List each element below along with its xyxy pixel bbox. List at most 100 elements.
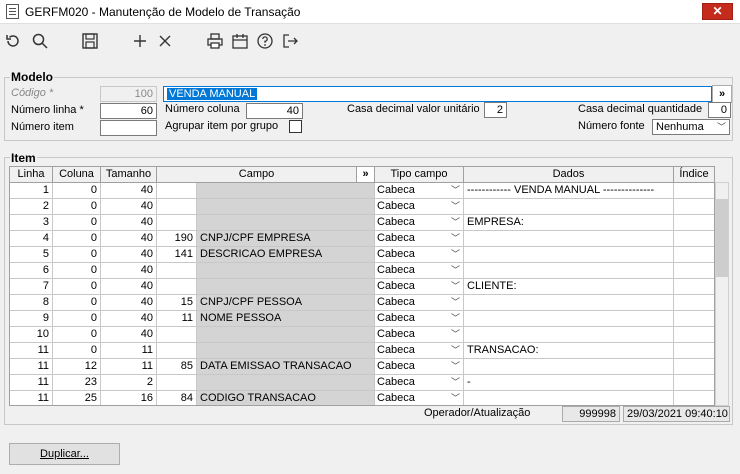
help-icon[interactable] [256, 32, 274, 50]
cell-tipo-select[interactable]: Cabeca ﹀ [375, 279, 464, 295]
agrupar-checkbox[interactable] [289, 120, 302, 133]
cell-campo-codigo[interactable] [157, 263, 197, 279]
expand-campo-button[interactable]: » [357, 167, 375, 183]
cell-indice[interactable] [674, 359, 714, 375]
cell-coluna[interactable]: 0 [53, 263, 101, 279]
cell-indice[interactable] [674, 391, 714, 405]
cell-linha[interactable]: 11 [10, 391, 53, 405]
cell-coluna[interactable]: 0 [53, 327, 101, 343]
col-header-tipo[interactable]: Tipo campo [375, 167, 464, 183]
cell-campo-codigo[interactable]: 190 [157, 231, 197, 247]
col-header-tamanho[interactable]: Tamanho [101, 167, 157, 183]
cell-tamanho[interactable]: 11 [101, 343, 157, 359]
scrollbar-thumb[interactable] [716, 199, 728, 277]
cell-indice[interactable] [674, 295, 714, 311]
cell-coluna[interactable]: 0 [53, 183, 101, 199]
cell-campo-codigo[interactable] [157, 199, 197, 215]
cell-linha[interactable]: 4 [10, 231, 53, 247]
save-icon[interactable] [81, 32, 99, 50]
undo-icon[interactable] [4, 32, 22, 50]
cell-dados[interactable]: CLIENTE: [464, 279, 674, 295]
cell-linha[interactable]: 9 [10, 311, 53, 327]
cell-linha[interactable]: 10 [10, 327, 53, 343]
cell-coluna[interactable]: 0 [53, 343, 101, 359]
delete-icon[interactable] [156, 32, 174, 50]
cell-tipo-select[interactable]: Cabeca ﹀ [375, 359, 464, 375]
cell-tipo-select[interactable]: Cabeca ﹀ [375, 215, 464, 231]
cell-indice[interactable] [674, 247, 714, 263]
cell-tamanho[interactable]: 40 [101, 327, 157, 343]
cell-tamanho[interactable]: 40 [101, 311, 157, 327]
cell-linha[interactable]: 1 [10, 183, 53, 199]
cell-tamanho[interactable]: 40 [101, 247, 157, 263]
cell-dados[interactable] [464, 359, 674, 375]
cell-linha[interactable]: 3 [10, 215, 53, 231]
cell-tamanho[interactable]: 40 [101, 215, 157, 231]
calendar-icon[interactable] [231, 32, 249, 50]
cell-tipo-select[interactable]: Cabeca ﹀ [375, 247, 464, 263]
cell-campo-codigo[interactable]: 85 [157, 359, 197, 375]
print-icon[interactable] [206, 32, 224, 50]
cell-tipo-select[interactable]: Cabeca ﹀ [375, 263, 464, 279]
numero-fonte-select[interactable]: Nenhuma ﹀ [652, 119, 730, 135]
cell-indice[interactable] [674, 199, 714, 215]
cell-coluna[interactable]: 0 [53, 311, 101, 327]
cell-linha[interactable]: 8 [10, 295, 53, 311]
col-header-linha[interactable]: Linha [10, 167, 53, 183]
cell-linha[interactable]: 11 [10, 375, 53, 391]
cell-tipo-select[interactable]: Cabeca ﹀ [375, 199, 464, 215]
casa-unitario-field[interactable]: 2 [484, 102, 507, 118]
cell-dados[interactable] [464, 295, 674, 311]
cell-campo-codigo[interactable]: 11 [157, 311, 197, 327]
cell-tipo-select[interactable]: Cabeca ﹀ [375, 391, 464, 405]
cell-campo-codigo[interactable] [157, 215, 197, 231]
cell-campo-codigo[interactable] [157, 279, 197, 295]
cell-dados[interactable]: TRANSACAO: [464, 343, 674, 359]
cell-indice[interactable] [674, 215, 714, 231]
cell-dados[interactable] [464, 247, 674, 263]
cell-tamanho[interactable]: 11 [101, 359, 157, 375]
col-header-dados[interactable]: Dados [464, 167, 674, 183]
cell-tipo-select[interactable]: Cabeca ﹀ [375, 327, 464, 343]
cell-dados[interactable] [464, 199, 674, 215]
cell-tipo-select[interactable]: Cabeca ﹀ [375, 311, 464, 327]
duplicar-button[interactable]: Duplicar... [9, 443, 120, 465]
cell-coluna[interactable]: 23 [53, 375, 101, 391]
cell-coluna[interactable]: 0 [53, 231, 101, 247]
cell-indice[interactable] [674, 263, 714, 279]
cell-tamanho[interactable]: 40 [101, 183, 157, 199]
cell-linha[interactable]: 5 [10, 247, 53, 263]
add-icon[interactable] [131, 32, 149, 50]
cell-indice[interactable] [674, 375, 714, 391]
cell-dados[interactable]: ------------ VENDA MANUAL -------------- [464, 183, 674, 199]
cell-tamanho[interactable]: 40 [101, 199, 157, 215]
cell-dados[interactable] [464, 263, 674, 279]
cell-coluna[interactable]: 12 [53, 359, 101, 375]
cell-campo-codigo[interactable] [157, 343, 197, 359]
cell-tipo-select[interactable]: Cabeca ﹀ [375, 231, 464, 247]
cell-coluna[interactable]: 25 [53, 391, 101, 405]
cell-tipo-select[interactable]: Cabeca ﹀ [375, 295, 464, 311]
cell-coluna[interactable]: 0 [53, 199, 101, 215]
cell-campo-codigo[interactable] [157, 183, 197, 199]
col-header-indice[interactable]: Índice [674, 167, 714, 183]
cell-dados[interactable] [464, 327, 674, 343]
numero-item-field[interactable] [100, 120, 157, 136]
cell-dados[interactable] [464, 311, 674, 327]
cell-campo-codigo[interactable] [157, 375, 197, 391]
cell-linha[interactable]: 6 [10, 263, 53, 279]
descricao-field[interactable]: VENDA MANUAL [163, 86, 712, 102]
cell-tamanho[interactable]: 2 [101, 375, 157, 391]
cell-linha[interactable]: 2 [10, 199, 53, 215]
cell-coluna[interactable]: 0 [53, 247, 101, 263]
cell-indice[interactable] [674, 343, 714, 359]
cell-indice[interactable] [674, 279, 714, 295]
cell-tamanho[interactable]: 40 [101, 295, 157, 311]
cell-dados[interactable] [464, 231, 674, 247]
cell-indice[interactable] [674, 327, 714, 343]
cell-linha[interactable]: 11 [10, 359, 53, 375]
cell-campo-codigo[interactable]: 84 [157, 391, 197, 405]
cell-dados[interactable]: EMPRESA: [464, 215, 674, 231]
cell-tipo-select[interactable]: Cabeca ﹀ [375, 375, 464, 391]
cell-coluna[interactable]: 0 [53, 215, 101, 231]
